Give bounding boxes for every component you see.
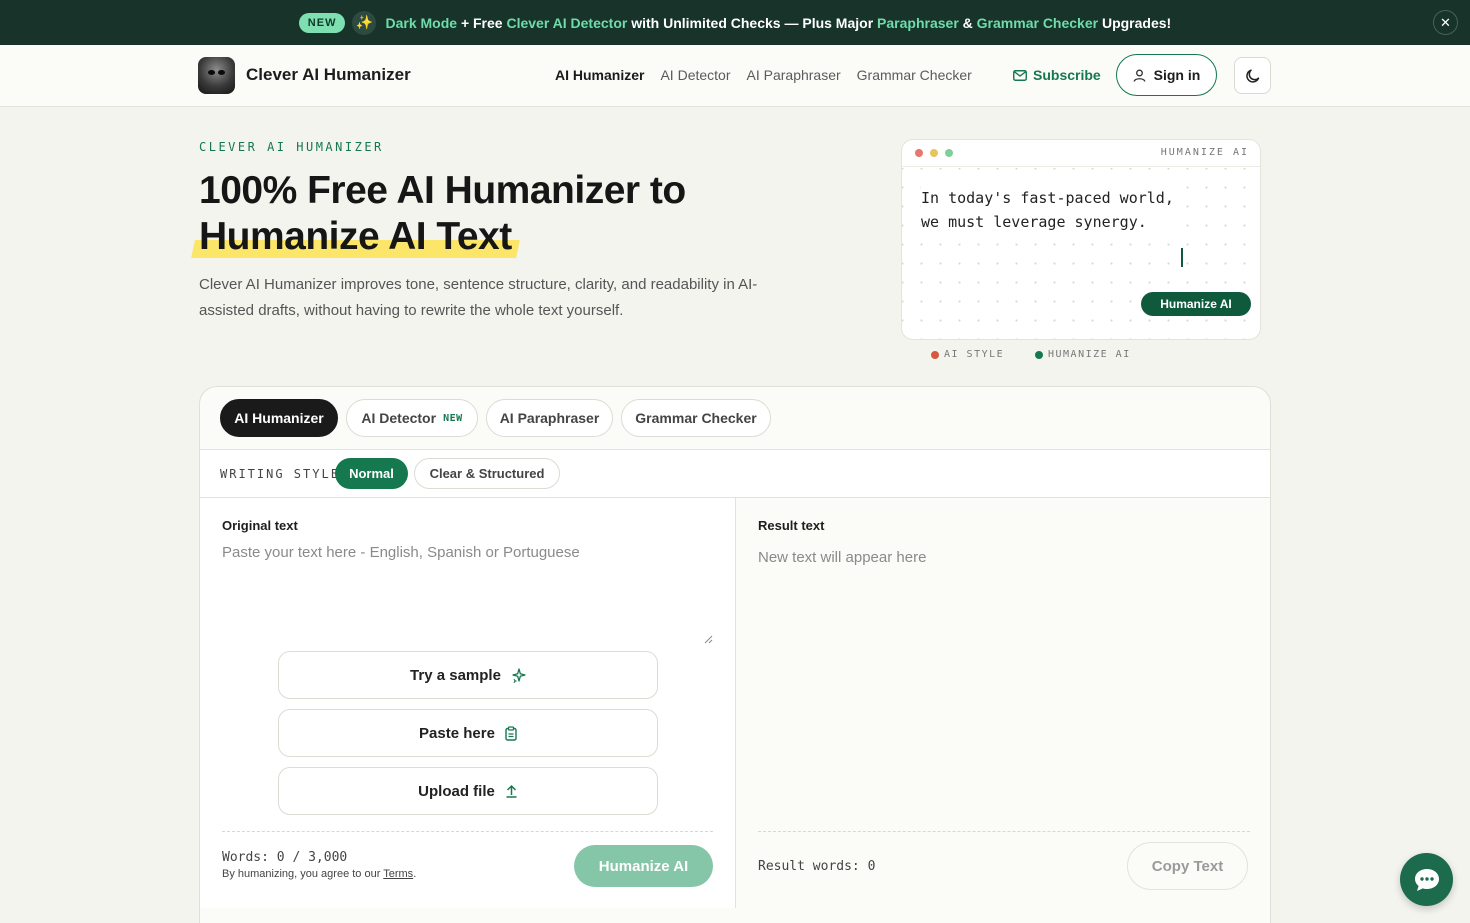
tab-label: AI Paraphraser [499, 410, 600, 426]
tab-ai-detector[interactable]: AI Detector NEW [346, 399, 478, 437]
announcement-paraphraser-link[interactable]: Paraphraser [877, 15, 959, 31]
tab-label: AI Humanizer [234, 410, 324, 426]
result-pane-divider [758, 831, 1250, 832]
clipboard-icon [505, 725, 517, 741]
tab-label: Grammar Checker [635, 410, 757, 426]
moon-icon [1245, 68, 1259, 83]
nav-link-ai-humanizer[interactable]: AI Humanizer [555, 67, 644, 83]
tab-ai-paraphraser[interactable]: AI Paraphraser [486, 399, 613, 437]
legend-dot-human [1035, 350, 1043, 359]
legend-humanize-ai: HUMANIZE AI [1035, 349, 1131, 360]
page-title-line-2-highlighted: Humanize AI Text [199, 214, 512, 260]
result-text-pane: Result text New text will appear here Re… [736, 498, 1270, 908]
hero-description: Clever AI Humanizer improves tone, sente… [199, 276, 758, 319]
style-option-clear-structured[interactable]: Clear & Structured [414, 458, 560, 489]
result-text-title: Result text [758, 518, 825, 533]
upload-file-button[interactable]: Upload file [278, 767, 658, 815]
announcement-grammar-link[interactable]: Grammar Checker [977, 15, 1098, 31]
legend-ai-style: AI STYLE [931, 349, 1004, 360]
sparkle-icon [512, 667, 526, 683]
nav-link-ai-paraphraser[interactable]: AI Paraphraser [747, 67, 841, 83]
text-cursor [1181, 248, 1183, 267]
style-option-normal[interactable]: Normal [335, 458, 408, 489]
original-text-title: Original text [222, 518, 298, 533]
original-text-input[interactable] [222, 544, 713, 644]
announcement-bar: NEW ✨ Dark Mode + Free Clever AI Detecto… [0, 0, 1470, 45]
nav-link-grammar-checker[interactable]: Grammar Checker [857, 67, 972, 83]
chat-bubble-icon [1414, 868, 1439, 891]
nav-link-ai-detector[interactable]: AI Detector [660, 67, 730, 83]
tool-tabs: AI Humanizer AI Detector NEW AI Paraphra… [200, 387, 1270, 450]
preview-text: In today's fast-paced world, we must lev… [921, 186, 1174, 234]
legend-human-label: HUMANIZE AI [1048, 349, 1131, 360]
try-sample-label: Try a sample [410, 666, 501, 684]
preview-title-bar: HUMANIZE AI [902, 140, 1260, 167]
brand-logo[interactable] [198, 57, 235, 94]
nav-links: AI Humanizer AI Detector AI Paraphraser … [555, 67, 972, 83]
legend-dot-ai [931, 350, 939, 359]
chat-button[interactable] [1400, 853, 1453, 906]
original-pane-divider [222, 831, 713, 832]
top-nav: Clever AI Humanizer AI Humanizer AI Dete… [0, 45, 1470, 107]
tab-new-badge: NEW [443, 412, 463, 424]
page-title-line-2: Humanize AI Text [199, 215, 512, 258]
announcement-text-1: + Free [460, 14, 503, 31]
brand-name[interactable]: Clever AI Humanizer [246, 65, 411, 85]
preview-humanize-button: Humanize AI [1141, 292, 1251, 316]
writing-style-row: WRITING STYLE Normal Clear & Structured [200, 450, 1270, 498]
humanize-preview-card: HUMANIZE AI In today's fast-paced world,… [901, 139, 1261, 340]
terms-notice: By humanizing, you agree to our Terms. [222, 868, 416, 880]
theme-toggle-button[interactable] [1234, 57, 1271, 94]
copy-text-button[interactable]: Copy Text [1127, 842, 1248, 890]
announcement-amp: & [962, 14, 973, 31]
tab-label: AI Detector [361, 410, 437, 426]
resize-handle-icon[interactable] [704, 635, 713, 644]
paste-here-button[interactable]: Paste here [278, 709, 658, 757]
announcement-text-3: Upgrades! [1101, 14, 1172, 31]
subscribe-link[interactable]: Subscribe [1013, 67, 1101, 83]
tab-grammar-checker[interactable]: Grammar Checker [621, 399, 771, 437]
page-title: 100% Free AI Humanizer to Humanize AI Te… [199, 168, 686, 260]
user-icon [1133, 69, 1146, 82]
upload-file-label: Upload file [418, 782, 495, 800]
close-announcement-button[interactable]: ✕ [1433, 10, 1458, 35]
page-title-line-1: 100% Free AI Humanizer to [199, 169, 686, 212]
sparkles-icon: ✨ [352, 10, 377, 35]
tab-ai-humanizer[interactable]: AI Humanizer [220, 399, 338, 437]
terms-link[interactable]: Terms [383, 868, 413, 880]
result-word-count: Result words: 0 [758, 859, 876, 874]
result-placeholder: New text will appear here [758, 549, 927, 566]
sign-in-button[interactable]: Sign in [1116, 54, 1217, 96]
upload-icon [506, 784, 517, 798]
window-dot-yellow [930, 149, 938, 157]
announcement-text-2: with Unlimited Checks — Plus Major [631, 14, 874, 31]
subscribe-label: Subscribe [1033, 67, 1101, 83]
sign-in-label: Sign in [1153, 67, 1201, 83]
logo-eye-left [208, 70, 215, 75]
window-dot-red [915, 149, 923, 157]
announcement-detector-link[interactable]: Clever AI Detector [506, 15, 627, 31]
preview-label: HUMANIZE AI [1160, 147, 1249, 158]
writing-style-label: WRITING STYLE [220, 467, 340, 481]
original-text-pane: Original text Try a sample Paste here Up… [200, 498, 736, 908]
mail-icon [1013, 69, 1027, 81]
humanize-ai-button[interactable]: Humanize AI [574, 845, 713, 887]
preview-text-line-2: we must leverage synergy. [921, 213, 1147, 231]
humanizer-tool-panel: AI Humanizer AI Detector NEW AI Paraphra… [199, 386, 1271, 923]
word-count: Words: 0 / 3,000 [222, 850, 348, 865]
paste-here-label: Paste here [419, 724, 495, 742]
hero-eyebrow: CLEVER AI HUMANIZER [199, 140, 384, 154]
legend-ai-label: AI STYLE [944, 349, 1005, 360]
terms-suffix: . [413, 868, 417, 880]
logo-eye-right [218, 70, 225, 75]
preview-text-line-1: In today's fast-paced world, [921, 189, 1174, 207]
try-sample-button[interactable]: Try a sample [278, 651, 658, 699]
terms-prefix: By humanizing, you agree to our [222, 868, 381, 880]
announcement-dark-mode[interactable]: Dark Mode [385, 15, 457, 31]
new-badge: NEW [298, 12, 346, 33]
window-dot-green [945, 149, 953, 157]
